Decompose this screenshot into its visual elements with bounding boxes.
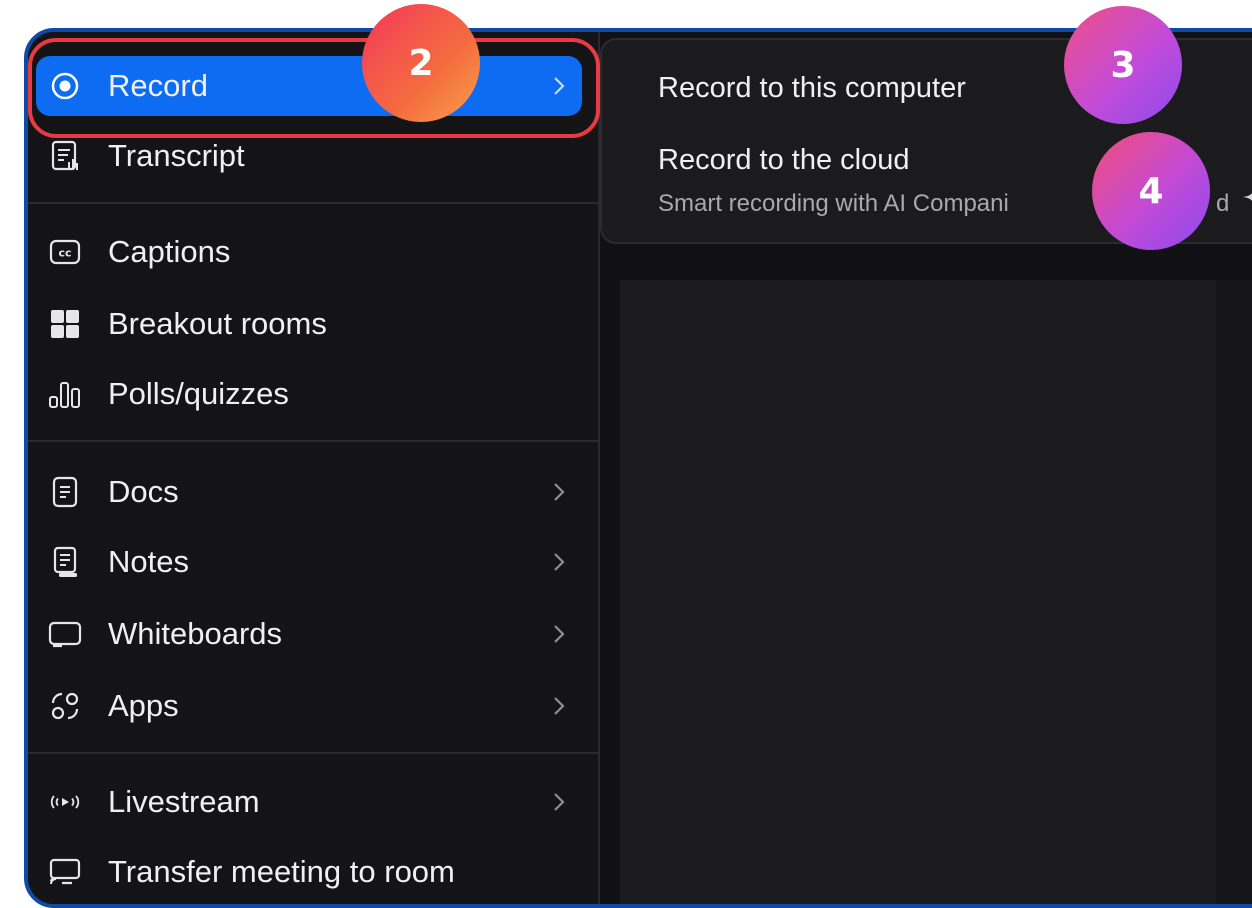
chevron-right-icon [544, 696, 574, 716]
step-badge-2: 2 [362, 4, 480, 122]
transfer-room-icon [44, 851, 86, 893]
breakout-rooms-grid-icon [44, 303, 86, 345]
menu-item-label: Notes [108, 544, 189, 579]
zoom-more-menu-frame: Record Transcript cc Captions Breakout r… [24, 28, 1252, 908]
record-highlight-outline [28, 38, 600, 138]
menu-divider [28, 202, 598, 204]
meeting-content-area [620, 280, 1216, 904]
livestream-icon [44, 781, 86, 823]
step-badge-3: 3 [1064, 6, 1182, 124]
menu-item-label: Docs [108, 474, 179, 509]
meeting-side-area [1216, 280, 1252, 904]
menu-item-label: Whiteboards [108, 616, 283, 651]
polls-bar-chart-icon [44, 373, 86, 415]
more-menu-sidebar: Record Transcript cc Captions Breakout r… [28, 32, 600, 904]
chevron-right-icon [544, 792, 574, 812]
menu-item-whiteboards[interactable]: Whiteboards [36, 604, 582, 664]
menu-item-livestream[interactable]: Livestream [36, 772, 582, 832]
menu-item-docs[interactable]: Docs [36, 462, 582, 522]
record-to-cloud-description: Smart recording with AI Compani [658, 190, 1009, 217]
docs-icon [44, 471, 86, 513]
menu-item-label: Polls/quizzes [108, 376, 289, 411]
menu-item-label: Captions [108, 234, 231, 269]
menu-item-label: Livestream [108, 784, 260, 819]
menu-item-label: Transfer meeting to room [108, 854, 455, 889]
record-to-cloud-option[interactable]: Record to the cloud [658, 144, 909, 177]
menu-item-notes[interactable]: Notes [36, 532, 582, 592]
menu-item-apps[interactable]: Apps [36, 676, 582, 736]
chevron-right-icon [544, 482, 574, 502]
step-badge-4: 4 [1092, 132, 1210, 250]
record-to-computer-option[interactable]: Record to this computer [658, 72, 966, 105]
menu-item-polls-quizzes[interactable]: Polls/quizzes [36, 364, 582, 424]
chevron-right-icon [544, 552, 574, 572]
menu-divider [28, 752, 598, 754]
transcript-icon [44, 135, 86, 177]
description-tail-text: d [1216, 190, 1230, 217]
whiteboard-icon [44, 613, 86, 655]
menu-item-label: Transcript [108, 138, 245, 173]
menu-item-label: Breakout rooms [108, 306, 327, 341]
notes-icon [44, 541, 86, 583]
captions-cc-icon: cc [44, 231, 86, 273]
svg-text:cc: cc [58, 247, 71, 260]
menu-item-transfer-meeting[interactable]: Transfer meeting to room [36, 842, 582, 902]
chevron-right-icon [544, 624, 574, 644]
ai-sparkle-icon [1242, 184, 1252, 215]
menu-item-breakout-rooms[interactable]: Breakout rooms [36, 294, 582, 354]
apps-icon [44, 685, 86, 727]
menu-divider [28, 440, 598, 442]
menu-item-label: Apps [108, 688, 179, 723]
menu-item-captions[interactable]: cc Captions [36, 222, 582, 282]
